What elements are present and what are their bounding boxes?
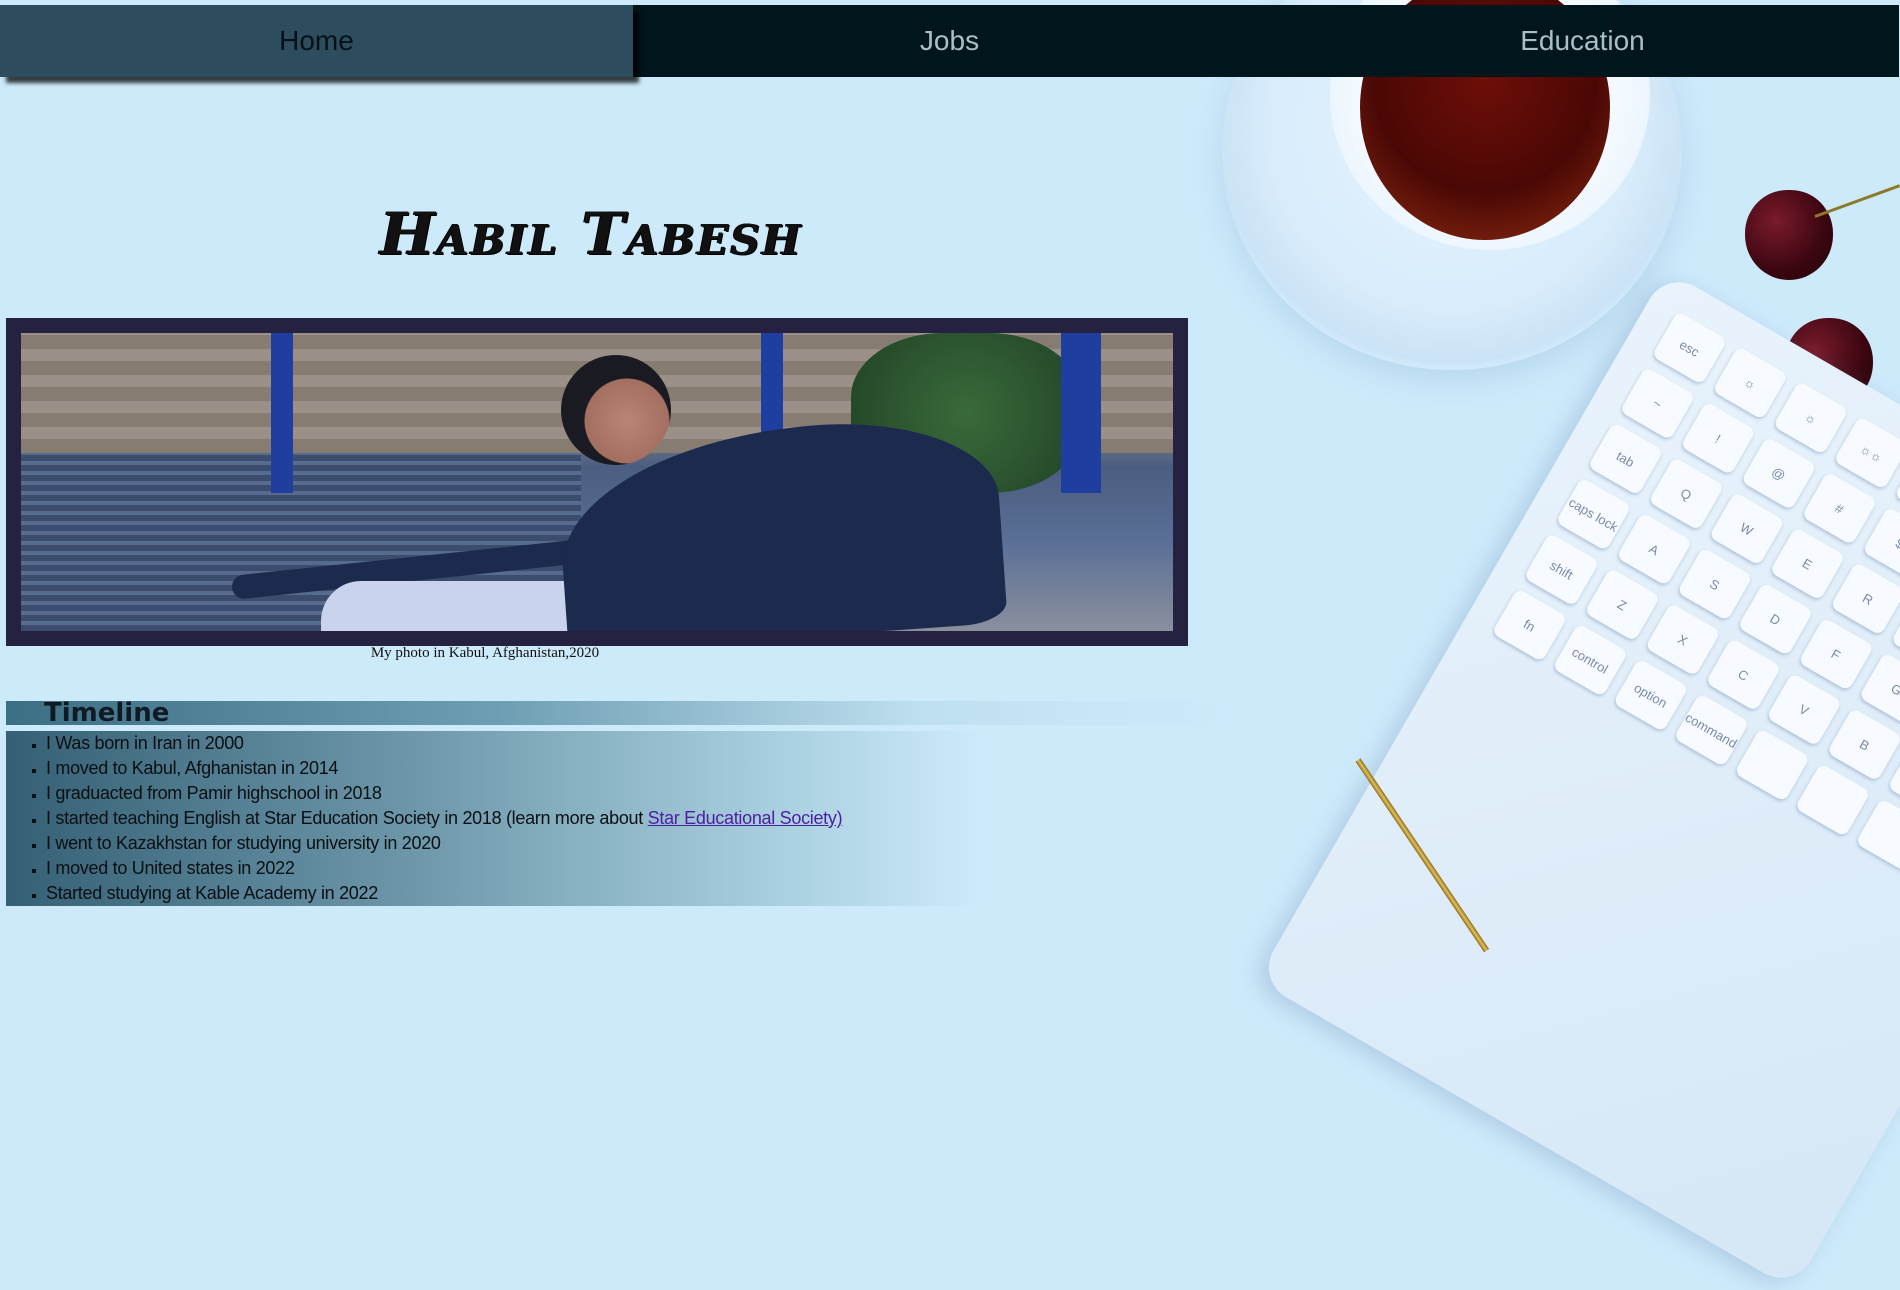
keyboard-key: option [1612, 658, 1689, 733]
keyboard-key: C [1705, 637, 1782, 712]
profile-photo [21, 333, 1173, 631]
list-item: I Was born in Iran in 2000 [46, 731, 1196, 756]
list-item: I moved to United states in 2022 [46, 856, 1196, 881]
keyboard-decoration: esc☼☼☼☼▦~!@#$%^tabQWERTYcaps lockASDFGHs… [1256, 269, 1900, 1290]
timeline-heading: Timeline [6, 700, 1232, 726]
keyboard-key: A [1616, 512, 1693, 587]
keyboard-key: shift [1523, 532, 1600, 607]
keyboard-key [1794, 763, 1871, 838]
keyboard-key: R [1830, 561, 1900, 636]
list-item: I graduacted from Pamir highschool in 20… [46, 781, 1196, 806]
keyboard-key: B [1826, 707, 1900, 782]
nav-education[interactable]: Education [1266, 5, 1899, 77]
keyboard-key: command [1673, 693, 1750, 768]
keyboard-key [1734, 728, 1811, 803]
cherry-stem [1814, 184, 1900, 218]
keyboard-key: Z [1584, 567, 1661, 642]
keyboard-key: S [1676, 547, 1753, 622]
keyboard-key: W [1708, 491, 1785, 566]
keyboard-key: F [1798, 617, 1875, 692]
list-item: Started studying at Kable Academy in 202… [46, 881, 1196, 906]
keyboard-key: V [1766, 672, 1843, 747]
keyboard-key: fn [1491, 588, 1568, 663]
keyboard-key [1855, 798, 1900, 873]
nav-jobs[interactable]: Jobs [633, 5, 1266, 77]
keyboard-key: ☼ [1772, 380, 1849, 455]
profile-photo-frame [6, 318, 1188, 646]
keyboard-key: # [1801, 471, 1878, 546]
keyboard-key: @ [1740, 436, 1817, 511]
keyboard-key: control [1552, 623, 1629, 698]
nav-home[interactable]: Home [0, 5, 633, 77]
list-item-text: I started teaching English at Star Educa… [46, 808, 648, 828]
keyboard-key: caps lock [1555, 477, 1632, 552]
keyboard-key: E [1769, 526, 1846, 601]
keyboard-key: ! [1680, 401, 1757, 476]
keyboard-keys: esc☼☼☼☼▦~!@#$%^tabQWERTYcaps lockASDFGHs… [1491, 310, 1900, 907]
list-item: I started teaching English at Star Educa… [46, 806, 1196, 831]
keyboard-key: D [1737, 582, 1814, 657]
keyboard-key: ~ [1619, 366, 1696, 441]
photo-caption: My photo in Kabul, Afghanistan,2020 [370, 645, 600, 661]
list-item: I went to Kazakhstan for studying univer… [46, 831, 1196, 856]
keyboard-key: ☼☼ [1833, 415, 1900, 490]
keyboard-key: ☼ [1712, 345, 1789, 420]
cherry-decoration [1745, 190, 1833, 280]
keyboard-key: tab [1587, 421, 1664, 496]
keyboard-key: X [1644, 602, 1721, 677]
keyboard-key: Q [1648, 456, 1725, 531]
keyboard-key: esc [1651, 310, 1728, 385]
page-title: Habil Tabesh [380, 200, 803, 268]
list-item: I moved to Kabul, Afghanistan in 2014 [46, 756, 1196, 781]
timeline-list: I Was born in Iran in 2000 I moved to Ka… [6, 731, 1196, 906]
star-educational-society-link[interactable]: Star Educational Society) [648, 808, 843, 828]
top-nav: Home Jobs Education [0, 5, 1900, 77]
